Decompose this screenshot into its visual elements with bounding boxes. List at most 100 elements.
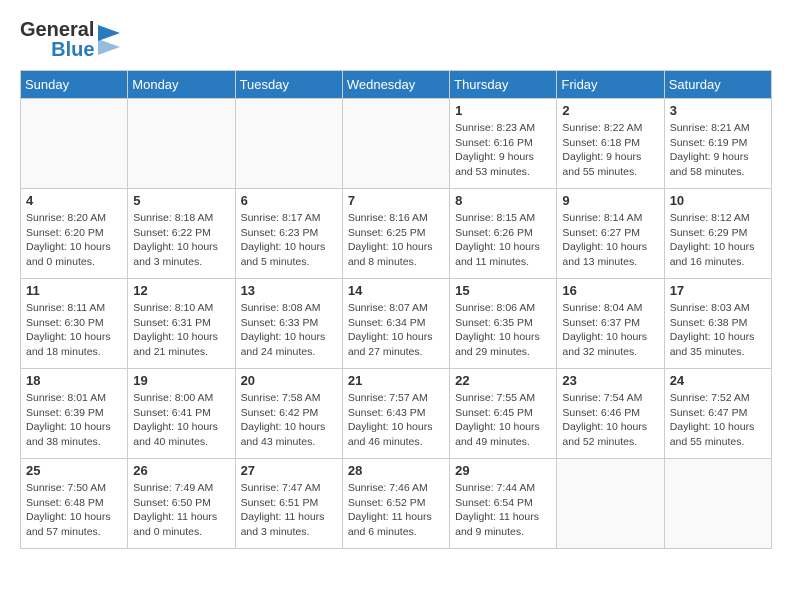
calendar-cell: 1Sunrise: 8:23 AMSunset: 6:16 PMDaylight… xyxy=(450,99,557,189)
day-info: Sunrise: 8:06 AMSunset: 6:35 PMDaylight:… xyxy=(455,301,551,360)
day-info: Sunrise: 7:57 AMSunset: 6:43 PMDaylight:… xyxy=(348,391,444,450)
calendar-cell xyxy=(128,99,235,189)
day-info: Sunrise: 8:00 AMSunset: 6:41 PMDaylight:… xyxy=(133,391,229,450)
day-info: Sunrise: 8:08 AMSunset: 6:33 PMDaylight:… xyxy=(241,301,337,360)
day-number: 10 xyxy=(670,193,766,208)
day-info: Sunrise: 8:10 AMSunset: 6:31 PMDaylight:… xyxy=(133,301,229,360)
calendar-table: SundayMondayTuesdayWednesdayThursdayFrid… xyxy=(20,70,772,549)
calendar-week-row: 11 Sunrise: 8:11 AMSunset: 6:30 PMDayligh… xyxy=(21,279,772,369)
calendar-cell: 24Sunrise: 7:52 AMSunset: 6:47 PMDayligh… xyxy=(664,369,771,459)
logo-flag-icon xyxy=(98,25,120,55)
calendar-cell: 19 Sunrise: 8:00 AMSunset: 6:41 PMDayligh… xyxy=(128,369,235,459)
page-header: General Blue xyxy=(20,20,772,60)
day-number: 29 xyxy=(455,463,551,478)
calendar-cell: 28Sunrise: 7:46 AMSunset: 6:52 PMDayligh… xyxy=(342,459,449,549)
day-info: Sunrise: 8:03 AMSunset: 6:38 PMDaylight:… xyxy=(670,301,766,360)
day-number: 8 xyxy=(455,193,551,208)
day-info: Sunrise: 8:01 AMSunset: 6:39 PMDaylight:… xyxy=(26,391,122,450)
calendar-cell: 23 Sunrise: 7:54 AMSunset: 6:46 PMDayligh… xyxy=(557,369,664,459)
day-info: Sunrise: 7:54 AMSunset: 6:46 PMDaylight:… xyxy=(562,391,658,450)
calendar-header-row: SundayMondayTuesdayWednesdayThursdayFrid… xyxy=(21,71,772,99)
day-number: 16 xyxy=(562,283,658,298)
calendar-cell: 8 Sunrise: 8:15 AMSunset: 6:26 PMDaylight… xyxy=(450,189,557,279)
day-number: 17 xyxy=(670,283,766,298)
calendar-cell: 17 Sunrise: 8:03 AMSunset: 6:38 PMDayligh… xyxy=(664,279,771,369)
day-info: Sunrise: 8:04 AMSunset: 6:37 PMDaylight:… xyxy=(562,301,658,360)
calendar-week-row: 18 Sunrise: 8:01 AMSunset: 6:39 PMDayligh… xyxy=(21,369,772,459)
day-number: 2 xyxy=(562,103,658,118)
day-number: 27 xyxy=(241,463,337,478)
day-info: Sunrise: 8:15 AMSunset: 6:26 PMDaylight:… xyxy=(455,211,551,270)
calendar-header-sunday: Sunday xyxy=(21,71,128,99)
calendar-cell: 11 Sunrise: 8:11 AMSunset: 6:30 PMDayligh… xyxy=(21,279,128,369)
logo: General Blue xyxy=(20,20,120,60)
day-number: 5 xyxy=(133,193,229,208)
calendar-header-friday: Friday xyxy=(557,71,664,99)
day-number: 14 xyxy=(348,283,444,298)
calendar-header-thursday: Thursday xyxy=(450,71,557,99)
day-info: Sunrise: 8:11 AMSunset: 6:30 PMDaylight:… xyxy=(26,301,122,360)
calendar-cell: 29 Sunrise: 7:44 AMSunset: 6:54 PMDayligh… xyxy=(450,459,557,549)
calendar-cell: 2 Sunrise: 8:22 AMSunset: 6:18 PMDaylight… xyxy=(557,99,664,189)
day-number: 24 xyxy=(670,373,766,388)
calendar-cell: 27 Sunrise: 7:47 AMSunset: 6:51 PMDayligh… xyxy=(235,459,342,549)
day-info: Sunrise: 7:55 AMSunset: 6:45 PMDaylight:… xyxy=(455,391,551,450)
day-number: 21 xyxy=(348,373,444,388)
day-info: Sunrise: 8:18 AMSunset: 6:22 PMDaylight:… xyxy=(133,211,229,270)
calendar-cell: 6 Sunrise: 8:17 AMSunset: 6:23 PMDaylight… xyxy=(235,189,342,279)
day-number: 19 xyxy=(133,373,229,388)
calendar-header-wednesday: Wednesday xyxy=(342,71,449,99)
calendar-cell: 4 Sunrise: 8:20 AMSunset: 6:20 PMDaylight… xyxy=(21,189,128,279)
day-info: Sunrise: 8:17 AMSunset: 6:23 PMDaylight:… xyxy=(241,211,337,270)
day-number: 25 xyxy=(26,463,122,478)
day-info: Sunrise: 8:07 AMSunset: 6:34 PMDaylight:… xyxy=(348,301,444,360)
day-info: Sunrise: 8:20 AMSunset: 6:20 PMDaylight:… xyxy=(26,211,122,270)
day-info: Sunrise: 7:58 AMSunset: 6:42 PMDaylight:… xyxy=(241,391,337,450)
calendar-cell xyxy=(664,459,771,549)
day-number: 9 xyxy=(562,193,658,208)
day-info: Sunrise: 7:44 AMSunset: 6:54 PMDaylight:… xyxy=(455,481,551,540)
day-number: 7 xyxy=(348,193,444,208)
day-info: Sunrise: 7:50 AMSunset: 6:48 PMDaylight:… xyxy=(26,481,122,540)
day-number: 23 xyxy=(562,373,658,388)
calendar-cell: 20 Sunrise: 7:58 AMSunset: 6:42 PMDayligh… xyxy=(235,369,342,459)
day-info: Sunrise: 8:23 AMSunset: 6:16 PMDaylight:… xyxy=(455,121,551,180)
calendar-cell: 5 Sunrise: 8:18 AMSunset: 6:22 PMDaylight… xyxy=(128,189,235,279)
day-number: 6 xyxy=(241,193,337,208)
calendar-week-row: 25 Sunrise: 7:50 AMSunset: 6:48 PMDayligh… xyxy=(21,459,772,549)
day-number: 11 xyxy=(26,283,122,298)
calendar-cell: 16 Sunrise: 8:04 AMSunset: 6:37 PMDayligh… xyxy=(557,279,664,369)
day-number: 12 xyxy=(133,283,229,298)
calendar-cell: 14 Sunrise: 8:07 AMSunset: 6:34 PMDayligh… xyxy=(342,279,449,369)
logo-blue-text: Blue xyxy=(51,40,94,60)
calendar-week-row: 4 Sunrise: 8:20 AMSunset: 6:20 PMDaylight… xyxy=(21,189,772,279)
calendar-header-monday: Monday xyxy=(128,71,235,99)
logo-general-text: General xyxy=(20,20,94,40)
day-number: 22 xyxy=(455,373,551,388)
day-info: Sunrise: 8:16 AMSunset: 6:25 PMDaylight:… xyxy=(348,211,444,270)
calendar-cell xyxy=(21,99,128,189)
day-number: 18 xyxy=(26,373,122,388)
day-info: Sunrise: 8:21 AMSunset: 6:19 PMDaylight:… xyxy=(670,121,766,180)
day-number: 3 xyxy=(670,103,766,118)
day-number: 28 xyxy=(348,463,444,478)
calendar-cell xyxy=(557,459,664,549)
calendar-header-saturday: Saturday xyxy=(664,71,771,99)
day-number: 15 xyxy=(455,283,551,298)
calendar-cell: 22 Sunrise: 7:55 AMSunset: 6:45 PMDayligh… xyxy=(450,369,557,459)
day-number: 13 xyxy=(241,283,337,298)
calendar-cell: 26Sunrise: 7:49 AMSunset: 6:50 PMDayligh… xyxy=(128,459,235,549)
day-info: Sunrise: 7:47 AMSunset: 6:51 PMDaylight:… xyxy=(241,481,337,540)
day-number: 26 xyxy=(133,463,229,478)
calendar-cell: 15 Sunrise: 8:06 AMSunset: 6:35 PMDayligh… xyxy=(450,279,557,369)
calendar-cell xyxy=(235,99,342,189)
day-number: 20 xyxy=(241,373,337,388)
calendar-cell: 3 Sunrise: 8:21 AMSunset: 6:19 PMDaylight… xyxy=(664,99,771,189)
calendar-cell: 7 Sunrise: 8:16 AMSunset: 6:25 PMDaylight… xyxy=(342,189,449,279)
calendar-cell: 12 Sunrise: 8:10 AMSunset: 6:31 PMDayligh… xyxy=(128,279,235,369)
calendar-cell: 18 Sunrise: 8:01 AMSunset: 6:39 PMDayligh… xyxy=(21,369,128,459)
day-info: Sunrise: 8:22 AMSunset: 6:18 PMDaylight:… xyxy=(562,121,658,180)
calendar-cell: 13 Sunrise: 8:08 AMSunset: 6:33 PMDayligh… xyxy=(235,279,342,369)
day-number: 4 xyxy=(26,193,122,208)
calendar-header-tuesday: Tuesday xyxy=(235,71,342,99)
